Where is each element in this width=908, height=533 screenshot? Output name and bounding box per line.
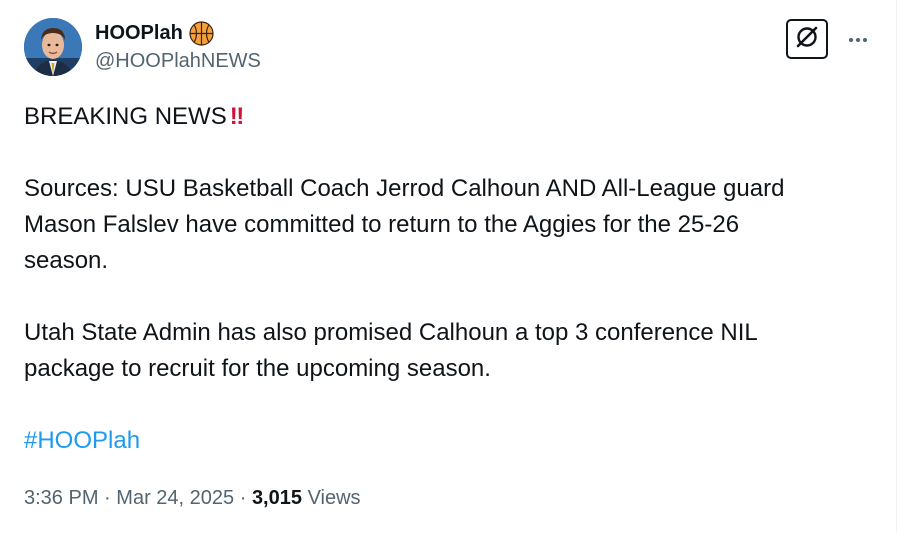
post-line: season. [24, 247, 109, 274]
double-exclamation-emoji: ‼ [229, 103, 244, 130]
post-line: Sources: USU Basketball Coach Jerrod Cal… [24, 175, 785, 202]
author-handle[interactable]: @HOOPlahNEWS [95, 50, 261, 73]
post-line: Mason Falslev have committed to return t… [24, 211, 740, 238]
meta-separator: · [239, 487, 247, 509]
post-headline: BREAKING NEWS ‼ [24, 99, 244, 135]
more-options-button[interactable] [843, 28, 873, 52]
views-label: Views [307, 487, 361, 509]
grok-button[interactable] [786, 19, 828, 59]
post-line: Utah State Admin has also promised Calho… [24, 319, 758, 346]
post-meta: 3:36 PM · Mar 24, 2025 · 3,015 Views [24, 484, 361, 512]
hashtag-link[interactable]: #HOOPlah [24, 423, 140, 459]
post-line: package to recruit for the upcoming seas… [24, 355, 491, 382]
grok-icon [794, 24, 820, 55]
headline-text: BREAKING NEWS [24, 103, 227, 130]
meta-separator: · [104, 487, 111, 509]
author-name-row[interactable]: HOOPlah [95, 19, 214, 47]
basketball-icon [189, 20, 214, 46]
display-name[interactable]: HOOPlah [95, 22, 183, 45]
post-time[interactable]: 3:36 PM [24, 487, 98, 509]
avatar[interactable] [24, 18, 82, 76]
post-date[interactable]: Mar 24, 2025 [116, 487, 234, 509]
tweet-card: HOOPlah @HOOPlahNEWS BREAKING NEWS ‼ Sour [0, 0, 897, 533]
views-count[interactable]: 3,015 [252, 487, 302, 509]
more-dots-icon [849, 38, 853, 42]
